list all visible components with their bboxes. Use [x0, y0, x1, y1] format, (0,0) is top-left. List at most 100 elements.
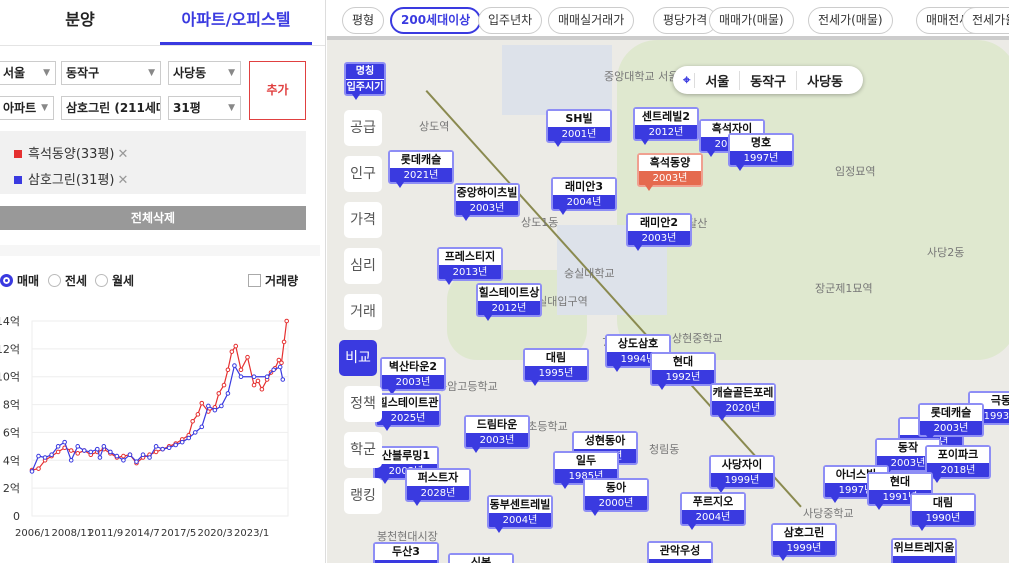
apartment-marker[interactable]: 사당자이 1999년	[709, 455, 775, 493]
apartment-marker[interactable]: 대림 1995년	[523, 348, 589, 386]
filter-chip[interactable]: 200세대이상	[390, 7, 482, 34]
data-point	[49, 452, 54, 458]
gu-select[interactable]: 동작구 ▼	[61, 61, 161, 85]
apartment-marker[interactable]: 캐슬골든포레 2020년	[710, 383, 776, 421]
location-selector[interactable]: ⌖ 서울 동작구 사당동	[673, 66, 863, 94]
apartment-marker[interactable]: 동부센트레빌 2004년	[487, 495, 553, 533]
side-menu-item[interactable]: 가격	[344, 202, 382, 238]
apartment-marker[interactable]: 중앙하이츠빌 2003년	[454, 183, 520, 221]
radio-jeonse[interactable]: 전세	[48, 272, 87, 289]
apartment-marker[interactable]: 래미안2 2003년	[626, 213, 692, 251]
filter-chip[interactable]: 전세가율	[962, 7, 1009, 34]
color-swatch	[14, 150, 22, 158]
close-icon[interactable]: ✕	[118, 173, 129, 188]
series-line	[31, 363, 284, 472]
data-point	[179, 439, 185, 445]
apartment-marker[interactable]: 힐스테이트상 2012년	[476, 283, 542, 321]
city-select[interactable]: 서울 ▼	[0, 61, 56, 85]
side-menu-item[interactable]: 심리	[344, 248, 382, 284]
data-point	[97, 455, 103, 460]
apartment-marker[interactable]: 롯데캐슬 2021년	[388, 150, 454, 188]
map[interactable]: 상도역 숭실대입구역 상도1동 사당2동 청림동 숭실대학교 중앙대학교 서울캠퍼스 임정묘역…	[327, 0, 1009, 563]
data-point	[206, 403, 211, 409]
type-select[interactable]: 아파트 ▼	[0, 96, 54, 120]
data-point	[29, 469, 35, 474]
marker-year: 2000년	[598, 498, 634, 509]
locate-icon[interactable]: ⌖	[673, 72, 696, 88]
filter-chip[interactable]: 매매실거래가	[548, 7, 635, 34]
chevron-down-icon: ▼	[228, 68, 235, 78]
compare-item-label: 삼호그린(31평)	[28, 173, 115, 188]
type-value: 아파트	[3, 101, 37, 115]
apartment-marker[interactable]: 위브트레지움	[891, 538, 957, 563]
apartment-marker[interactable]: 두산3	[373, 542, 439, 563]
complex-select[interactable]: 삼호그린 (211세대)	[61, 96, 161, 120]
map-place-label: 청림동	[649, 443, 680, 456]
filter-chip[interactable]: 전세가(매물)	[808, 7, 893, 34]
apartment-marker[interactable]: 관악우성	[647, 541, 713, 563]
location-city[interactable]: 서울	[695, 70, 741, 90]
close-icon[interactable]: ✕	[118, 147, 129, 162]
volume-checkbox[interactable]: 거래량	[248, 272, 298, 289]
radio-monthly[interactable]: 월세	[95, 272, 134, 289]
apartment-marker[interactable]: 센트레빌2 2012년	[633, 107, 699, 145]
filter-chip[interactable]: 평형	[342, 7, 385, 34]
dong-select[interactable]: 사당동 ▼	[168, 61, 241, 85]
data-point	[88, 449, 94, 455]
apartment-marker[interactable]: 힐스테이트관 2025년	[375, 393, 441, 431]
radio-sale[interactable]: 매매	[0, 272, 39, 289]
apartment-marker[interactable]: 흑석동양 2003년	[637, 153, 703, 191]
data-point	[114, 453, 120, 459]
apartment-marker[interactable]: 삼호그린 1999년	[771, 523, 837, 561]
size-select[interactable]: 31평 ▼	[168, 96, 241, 120]
data-point	[42, 455, 48, 460]
side-menu-item[interactable]: 거래	[344, 294, 382, 330]
location-dong[interactable]: 사당동	[797, 71, 853, 90]
filter-chip[interactable]: 평당가격	[653, 7, 718, 34]
tab-apartment-officetel[interactable]: 아파트/오피스텔	[160, 0, 312, 45]
apartment-marker[interactable]: 현대 1992년	[650, 352, 716, 390]
side-menu-item[interactable]: 인구	[344, 156, 382, 192]
side-menu-item[interactable]: 공급	[344, 110, 382, 146]
map-place-label: 상도역	[419, 120, 450, 133]
apartment-marker[interactable]: 동아 2000년	[583, 478, 649, 516]
add-button[interactable]: 추가	[249, 61, 306, 120]
apartment-marker[interactable]: 포이파크 2018년	[925, 445, 991, 483]
size-value: 31평	[173, 101, 201, 115]
marker-year: 2001년	[561, 129, 597, 140]
data-point	[255, 378, 261, 384]
filter-chip[interactable]: 입주년차	[478, 7, 543, 34]
side-menu-item[interactable]: 랭킹	[344, 478, 382, 514]
data-point	[190, 418, 195, 424]
marker-name: 흑석동양	[639, 155, 701, 171]
side-menu-item[interactable]: 비교	[339, 340, 377, 376]
marker-year: 2012년	[491, 303, 527, 314]
checkbox-icon	[248, 274, 261, 287]
apartment-marker[interactable]: 명호 1997년	[728, 133, 794, 171]
apartment-marker[interactable]: 프레스티지 2013년	[437, 247, 503, 285]
x-tick-label: 2011/9	[88, 528, 123, 539]
filter-chip[interactable]: 매매가(매물)	[709, 7, 794, 34]
apartment-marker[interactable]: 드림타운 2003년	[464, 415, 530, 453]
apartment-marker[interactable]: 롯데캐슬 2003년	[918, 403, 984, 441]
side-menu-item[interactable]: 정책	[344, 386, 382, 422]
delete-all-button[interactable]: 전체삭제	[0, 206, 306, 230]
compare-item-label: 흑석동양(33평)	[28, 147, 115, 162]
marker-name: 동부센트레빌	[489, 497, 551, 513]
location-gu[interactable]: 동작구	[740, 70, 798, 90]
apartment-marker[interactable]: 퍼스트자 2028년	[405, 468, 471, 506]
legend-year: 입주시기	[346, 82, 384, 93]
apartment-marker[interactable]: 신봉	[448, 553, 514, 563]
y-tick-label: 12억	[0, 343, 20, 356]
side-menu-item[interactable]: 학군	[344, 432, 382, 468]
apartment-marker[interactable]: SH빌 2001년	[546, 109, 612, 147]
tab-presale[interactable]: 분양	[0, 0, 160, 45]
chevron-down-icon: ▼	[41, 103, 48, 113]
data-point	[160, 446, 165, 452]
apartment-marker[interactable]: 푸르지오 2004년	[680, 492, 746, 530]
apartment-marker[interactable]: 대림 1990년	[910, 493, 976, 531]
data-point	[195, 412, 201, 417]
marker-name: 벽산타운2	[382, 359, 444, 375]
apartment-marker[interactable]: 래미안3 2004년	[551, 177, 617, 215]
apartment-marker[interactable]: 벽산타운2 2003년	[380, 357, 446, 395]
